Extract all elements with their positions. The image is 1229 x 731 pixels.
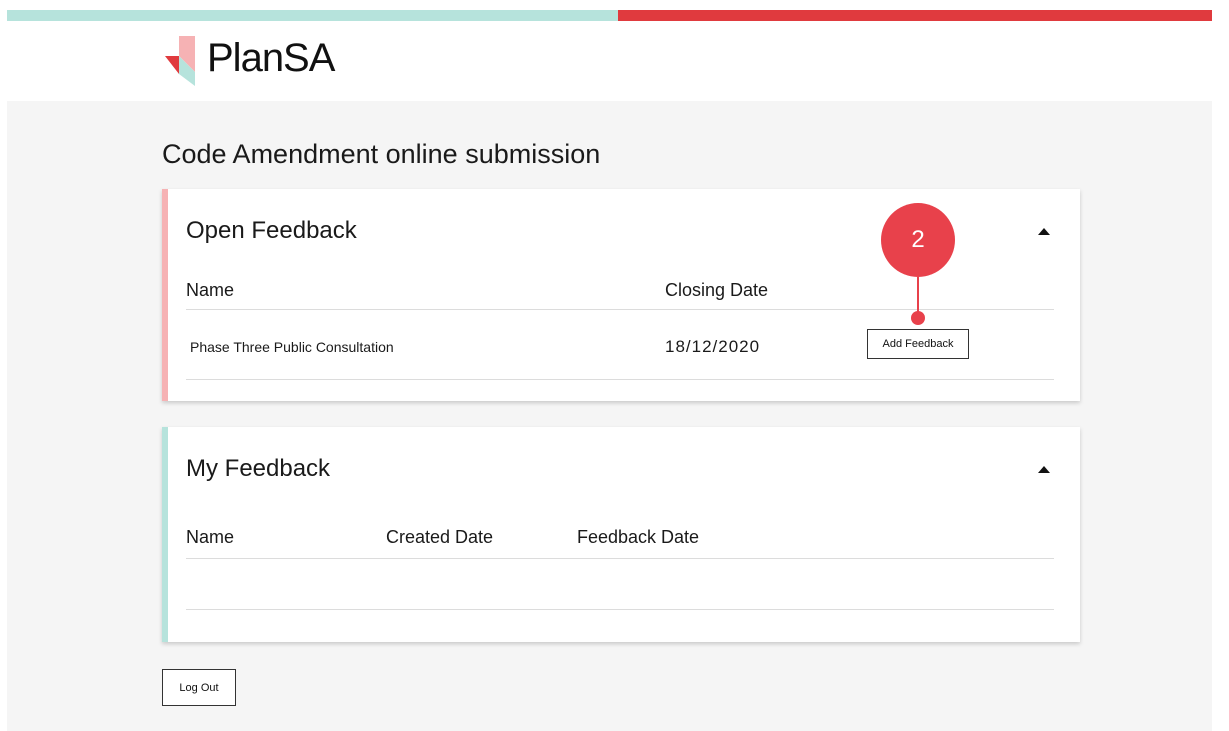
step-number-badge: 2 — [881, 203, 955, 277]
column-header-created-date: Created Date — [386, 527, 494, 547]
step-callout-marker: 2 — [881, 203, 955, 325]
column-header-closing-date: Closing Date — [665, 280, 769, 300]
plansa-logo[interactable]: PlanSA — [165, 34, 385, 90]
table-divider — [186, 379, 1054, 380]
column-header-feedback-date: Feedback Date — [577, 527, 700, 547]
column-header-name: Name — [186, 280, 235, 300]
collapse-caret-icon[interactable] — [1038, 228, 1050, 235]
my-feedback-title: My Feedback — [186, 455, 331, 482]
header-bar-teal — [7, 10, 618, 21]
open-feedback-row-closing-date: 18/12/2020 — [665, 337, 761, 356]
open-feedback-row-name: Phase Three Public Consultation — [190, 339, 394, 355]
callout-dot — [911, 311, 925, 325]
collapse-caret-icon[interactable] — [1038, 466, 1050, 473]
log-out-button[interactable]: Log Out — [162, 669, 236, 706]
add-feedback-button[interactable]: Add Feedback — [867, 329, 969, 359]
column-header-name: Name — [186, 527, 235, 547]
logo-wordmark: PlanSA — [207, 36, 335, 80]
callout-line — [917, 277, 919, 315]
open-feedback-title: Open Feedback — [186, 217, 357, 244]
table-divider — [186, 558, 1054, 559]
header-color-bar — [7, 10, 1212, 21]
main-content: Code Amendment online submission Open Fe… — [7, 101, 1212, 731]
header-bar-red — [618, 10, 1212, 21]
plansa-logo-icon — [165, 36, 195, 86]
my-feedback-panel: My Feedback Name Created Date Feedback D… — [162, 427, 1080, 642]
table-divider — [186, 609, 1054, 610]
page-title: Code Amendment online submission — [162, 139, 601, 169]
